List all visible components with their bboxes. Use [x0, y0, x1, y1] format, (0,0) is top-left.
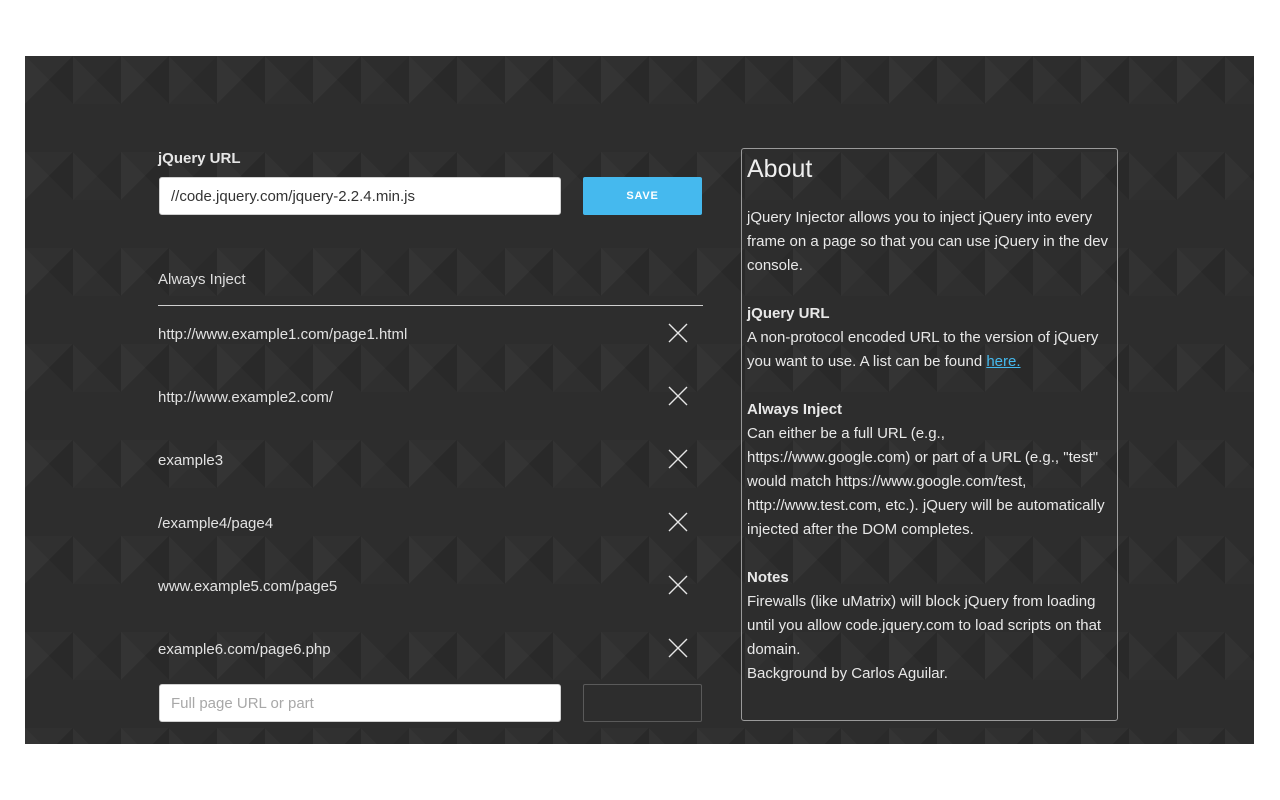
list-item: www.example5.com/page5	[158, 558, 703, 621]
inject-url-text: http://www.example2.com/	[158, 389, 334, 406]
close-icon	[668, 638, 688, 658]
remove-button[interactable]	[666, 510, 690, 534]
inject-url-text: example6.com/page6.php	[158, 641, 331, 658]
list-item: http://www.example2.com/	[158, 369, 703, 432]
about-intro-text: jQuery Injector allows you to inject jQu…	[747, 209, 1109, 274]
about-title: About	[747, 155, 813, 183]
list-item: example3	[158, 432, 703, 495]
about-credit: Background by Carlos Aguilar.	[747, 665, 948, 682]
inject-url-text: www.example5.com/page5	[158, 578, 338, 595]
close-icon	[668, 386, 688, 406]
remove-button[interactable]	[666, 384, 690, 408]
about-notes-section: Notes Firewalls (like uMatrix) will block…	[747, 566, 1112, 686]
about-inject-section: Always Inject Can either be a full URL (e…	[747, 398, 1112, 542]
list-item: /example4/page4	[158, 495, 703, 558]
jquery-url-input[interactable]	[159, 177, 561, 215]
close-icon	[668, 512, 688, 532]
about-intro: jQuery Injector allows you to inject jQu…	[747, 206, 1112, 278]
inject-url-text: http://www.example1.com/page1.html	[158, 326, 408, 343]
inject-url-text: example3	[158, 452, 224, 469]
add-url-input[interactable]	[159, 684, 561, 722]
list-item: http://www.example1.com/page1.html	[158, 306, 703, 369]
about-notes-text: Firewalls (like uMatrix) will block jQue…	[747, 593, 1102, 658]
jquery-list-link[interactable]: here.	[986, 353, 1020, 370]
about-notes-title: Notes	[747, 569, 789, 586]
close-icon	[668, 575, 688, 595]
about-inject-text: Can either be a full URL (e.g., https://…	[747, 425, 1105, 538]
remove-button[interactable]	[666, 573, 690, 597]
add-button[interactable]	[583, 684, 702, 722]
remove-button[interactable]	[666, 321, 690, 345]
remove-button[interactable]	[666, 636, 690, 659]
remove-button[interactable]	[666, 447, 690, 471]
inject-list[interactable]: http://www.example1.com/page1.html http:…	[158, 306, 703, 659]
close-icon	[668, 323, 688, 343]
inject-url-text: /example4/page4	[158, 515, 274, 532]
about-inject-title: Always Inject	[747, 401, 843, 418]
always-inject-heading: Always Inject	[158, 271, 246, 288]
save-button[interactable]: SAVE	[583, 177, 702, 215]
about-jquery-text: A non-protocol encoded URL to the versio…	[747, 329, 1099, 370]
jquery-url-label: jQuery URL	[158, 150, 241, 167]
list-item: example6.com/page6.php	[158, 621, 703, 659]
about-jquery-title: jQuery URL	[747, 305, 830, 322]
about-panel: About jQuery Injector allows you to inje…	[741, 148, 1118, 721]
about-jquery-section: jQuery URL A non-protocol encoded URL to …	[747, 302, 1112, 374]
close-icon	[668, 449, 688, 469]
